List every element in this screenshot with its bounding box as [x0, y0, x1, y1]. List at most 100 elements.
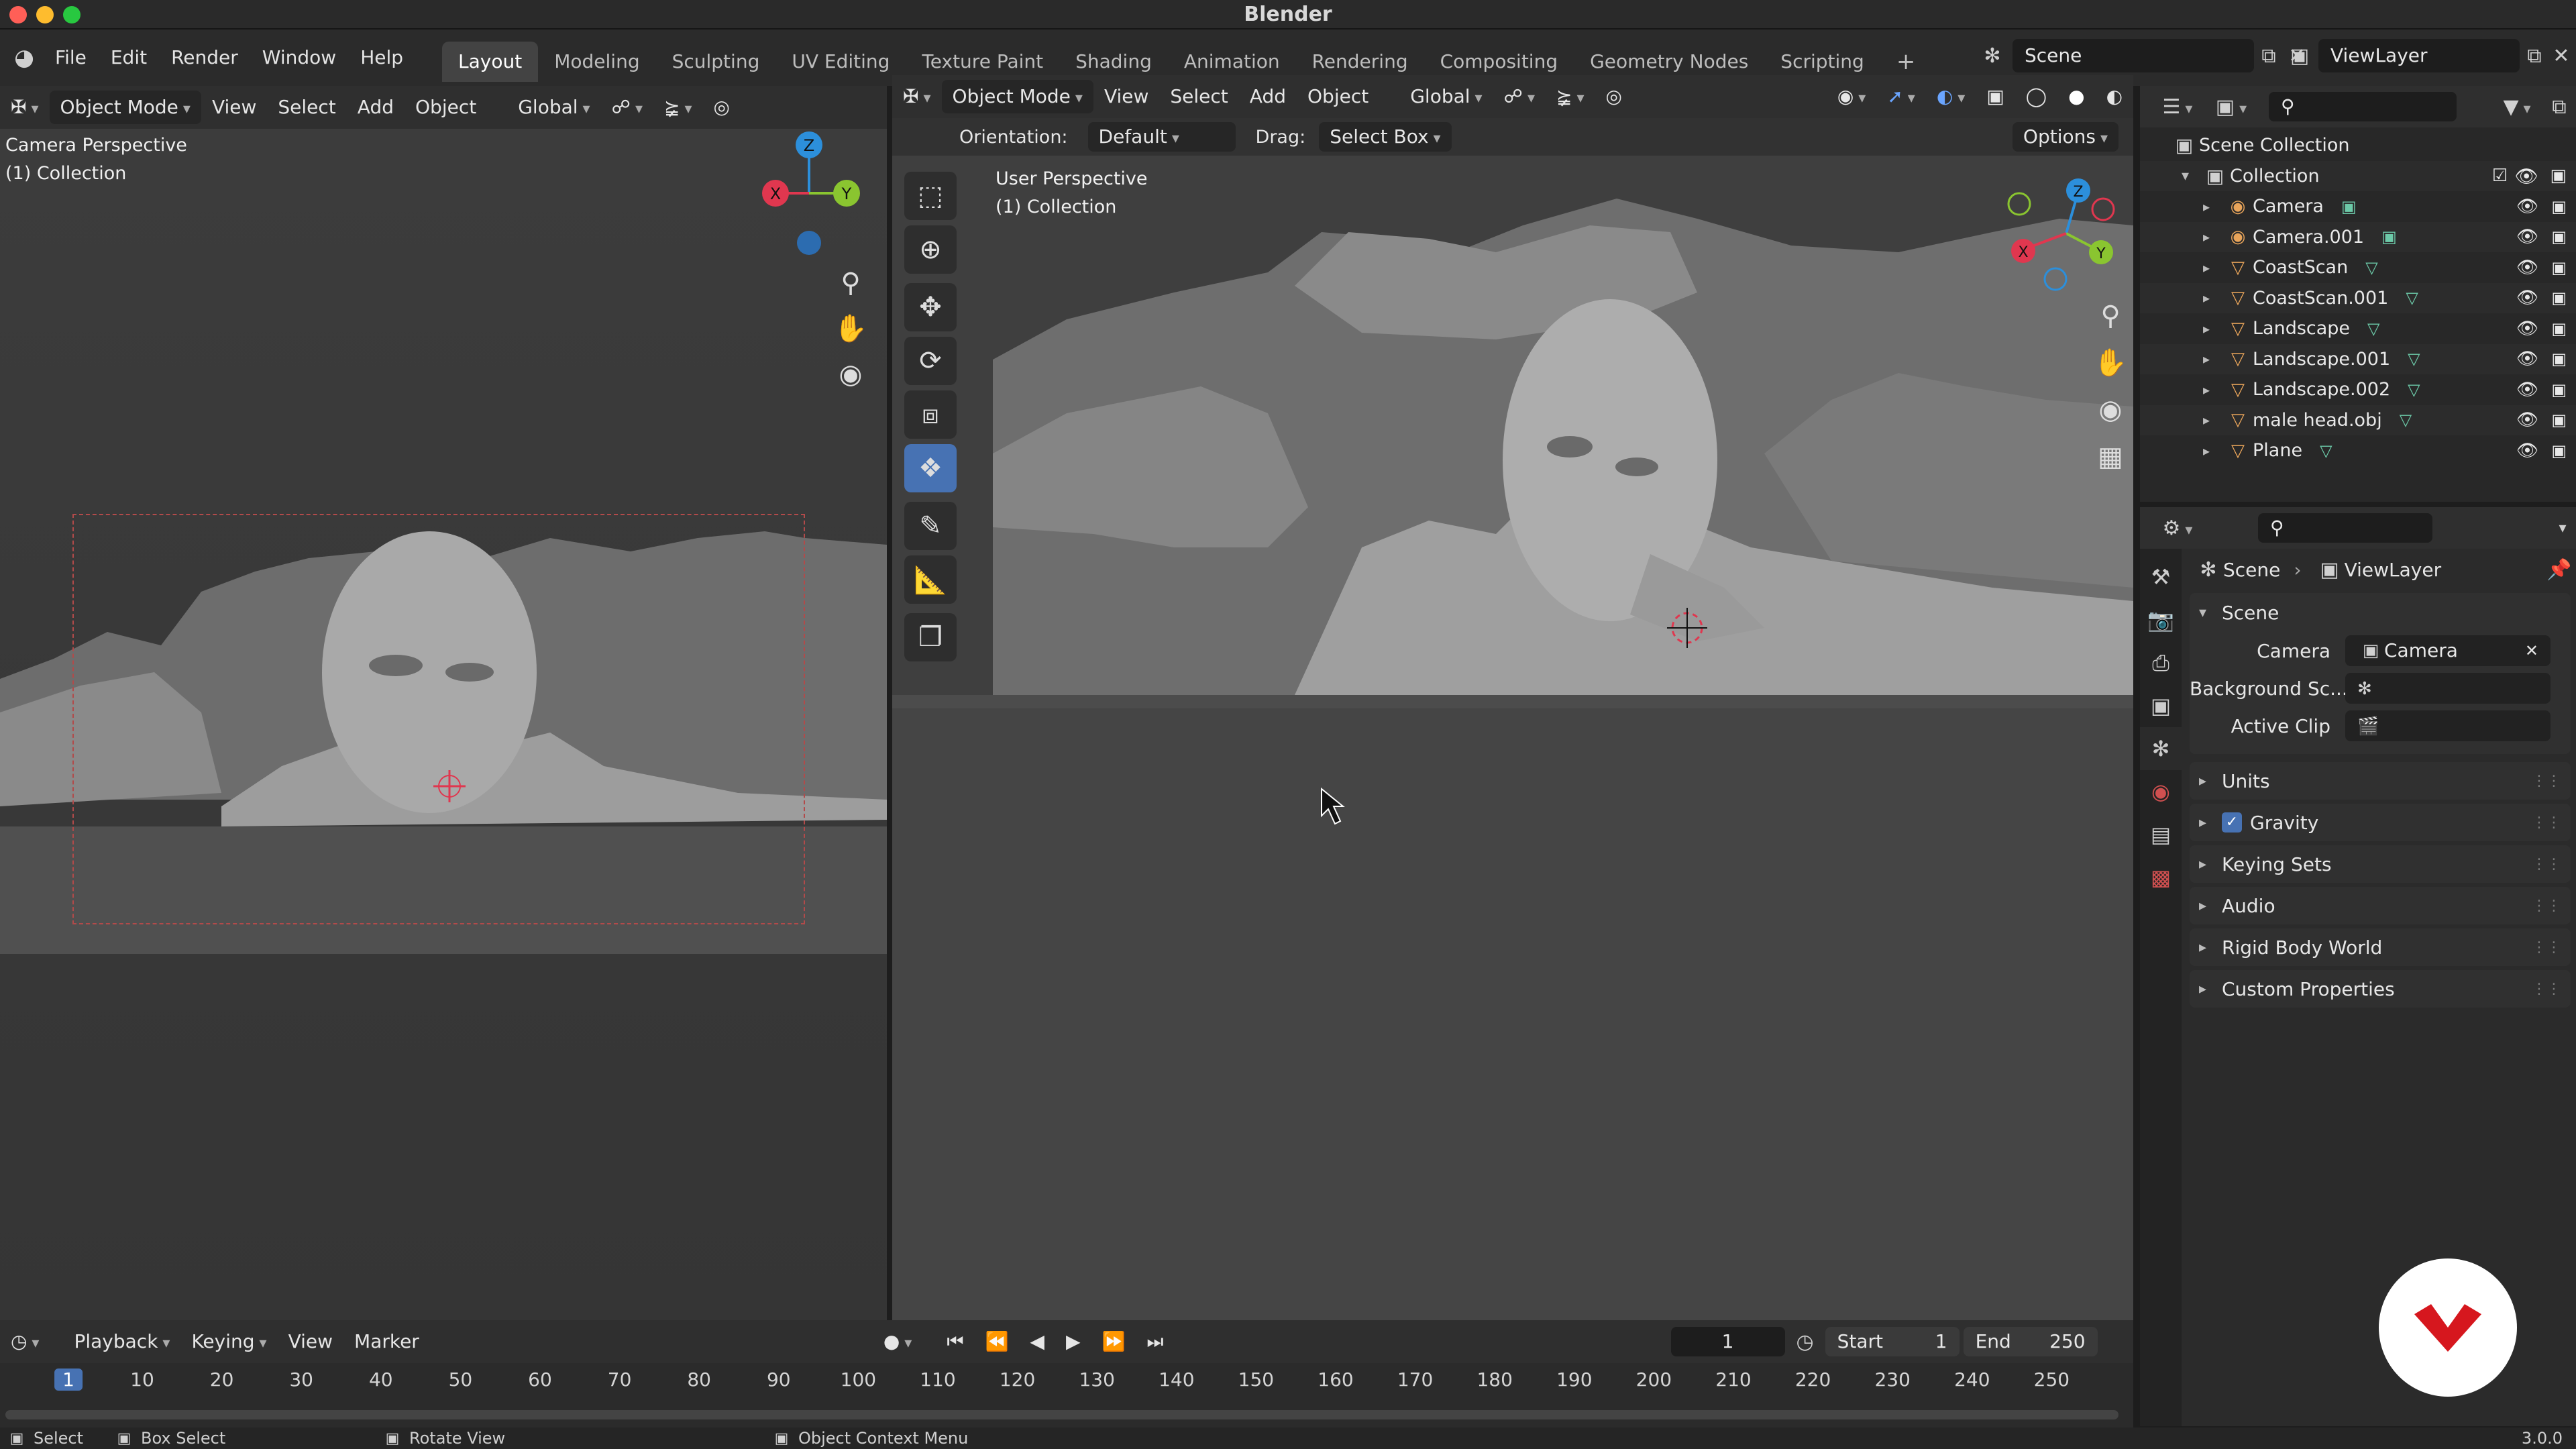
- mesh-data-icon[interactable]: ▽: [2400, 411, 2412, 429]
- left-editor-type-icon[interactable]: ✠: [0, 91, 50, 124]
- outliner-item[interactable]: ▸ ▽ CoastScan ▽ 👁 ▣: [2140, 252, 2576, 283]
- right-menu-object[interactable]: Object: [1297, 80, 1379, 113]
- properties-editor-type-icon[interactable]: ⚙: [2151, 517, 2204, 540]
- panel-drag-handle-icon[interactable]: ⋮⋮: [2532, 773, 2571, 790]
- right-snap-icon[interactable]: ⪶: [1546, 80, 1595, 113]
- outliner-item-expand-icon[interactable]: ▸: [2203, 229, 2223, 245]
- gizmo-toggle-icon[interactable]: ➚: [1876, 80, 1926, 113]
- outliner-item-visibility-icon[interactable]: 👁: [2516, 319, 2538, 339]
- remove-viewlayer-icon[interactable]: ✕: [2549, 44, 2573, 68]
- right-ortho-grid-icon[interactable]: ▦: [2092, 433, 2129, 480]
- outliner-item[interactable]: ▸ ▽ CoastScan.001 ▽ 👁 ▣: [2140, 282, 2576, 313]
- right-gizmo-neg-x-icon[interactable]: [2091, 197, 2115, 221]
- render-tab-icon[interactable]: 📷: [2140, 598, 2182, 641]
- cursor-tool-icon[interactable]: ⊕: [904, 225, 957, 274]
- outliner-item-expand-icon[interactable]: ▸: [2203, 260, 2223, 276]
- collection-visibility-icon[interactable]: 👁: [2514, 165, 2538, 187]
- left-pivot-icon[interactable]: ☍: [601, 91, 653, 124]
- mesh-data-icon[interactable]: ▽: [2365, 258, 2377, 277]
- left-camera-view-icon[interactable]: ◉: [832, 352, 869, 397]
- mesh-data-icon[interactable]: ▽: [2320, 441, 2332, 460]
- active-clip-field[interactable]: 🎬: [2345, 710, 2551, 741]
- outliner-item-render-icon[interactable]: ▣: [2551, 380, 2567, 399]
- collection-expand-icon[interactable]: ▾: [2182, 168, 2200, 184]
- camera-clear-icon[interactable]: ✕: [2525, 635, 2538, 666]
- measure-tool-icon[interactable]: 📐: [904, 555, 957, 604]
- outliner-item-render-icon[interactable]: ▣: [2551, 441, 2567, 460]
- pin-icon[interactable]: 📌: [2542, 558, 2576, 582]
- mesh-data-icon[interactable]: ▽: [2408, 380, 2420, 399]
- texture-tab-icon[interactable]: ▩: [2140, 856, 2182, 899]
- properties-panel[interactable]: ▸ Units ⋮⋮: [2190, 762, 2571, 800]
- outliner-item-expand-icon[interactable]: ▸: [2203, 382, 2223, 398]
- collection-tab-icon[interactable]: ▤: [2140, 813, 2182, 856]
- right-editor-type-icon[interactable]: ✠: [892, 80, 942, 113]
- right-zoom-icon[interactable]: ⚲: [2092, 292, 2129, 339]
- outliner-editor-type-icon[interactable]: ☰: [2151, 95, 2204, 119]
- menu-file[interactable]: File: [43, 30, 99, 86]
- outliner-item-visibility-icon[interactable]: 👁: [2516, 410, 2538, 430]
- right-mode-dropdown[interactable]: Object Mode: [941, 80, 1093, 113]
- outliner-item-expand-icon[interactable]: ▸: [2203, 321, 2223, 337]
- camera-field[interactable]: ▣ Camera ✕: [2345, 635, 2551, 666]
- tab-modeling[interactable]: Modeling: [538, 42, 655, 82]
- mesh-data-icon[interactable]: ▽: [2367, 319, 2379, 338]
- left-snap-icon[interactable]: ⪶: [653, 91, 703, 124]
- properties-search-input[interactable]: ⚲: [2258, 513, 2432, 543]
- right-menu-view[interactable]: View: [1093, 80, 1159, 113]
- mesh-data-icon[interactable]: ▽: [2406, 288, 2418, 307]
- menu-help[interactable]: Help: [348, 30, 415, 86]
- outliner-item-render-icon[interactable]: ▣: [2551, 288, 2567, 307]
- left-viewport[interactable]: Camera Perspective (1) Collection Z Y X …: [0, 129, 887, 1320]
- outliner-item-render-icon[interactable]: ▣: [2551, 227, 2567, 246]
- outliner-item[interactable]: ▸ ▽ male head.obj ▽ 👁 ▣: [2140, 405, 2576, 435]
- outliner-item-visibility-icon[interactable]: 👁: [2516, 349, 2538, 369]
- properties-panel[interactable]: ▸ Audio ⋮⋮: [2190, 887, 2571, 924]
- properties-panel[interactable]: ▸ ✓ Gravity ⋮⋮: [2190, 804, 2571, 841]
- outliner-item[interactable]: ▸ ◉ Camera.001 ▣ 👁 ▣: [2140, 221, 2576, 252]
- properties-panel[interactable]: ▸ Custom Properties ⋮⋮: [2190, 970, 2571, 1008]
- annotate-tool-icon[interactable]: ✎: [904, 502, 957, 550]
- outliner-item[interactable]: ▸ ▽ Plane ▽ 👁 ▣: [2140, 435, 2576, 466]
- collection-exclude-checkbox[interactable]: ☑: [2492, 166, 2508, 186]
- blender-logo-icon[interactable]: ◕: [5, 44, 43, 71]
- outliner-item-expand-icon[interactable]: ▸: [2203, 443, 2223, 459]
- camera-data-icon[interactable]: ▣: [2381, 227, 2397, 246]
- outliner-item-visibility-icon[interactable]: 👁: [2516, 288, 2538, 308]
- timeline-scrollbar[interactable]: [5, 1410, 2118, 1419]
- move-tool-icon[interactable]: ✥: [904, 283, 957, 331]
- outliner-item-visibility-icon[interactable]: 👁: [2516, 441, 2538, 461]
- properties-panel[interactable]: ▸ Rigid Body World ⋮⋮: [2190, 928, 2571, 966]
- new-collection-icon[interactable]: ⧉: [2542, 95, 2576, 119]
- left-menu-select[interactable]: Select: [267, 91, 346, 124]
- panel-drag-handle-icon[interactable]: ⋮⋮: [2532, 981, 2571, 998]
- scene-icon[interactable]: ✻: [1972, 44, 2012, 68]
- outliner-item-expand-icon[interactable]: ▸: [2203, 412, 2223, 428]
- scene-field[interactable]: Scene: [2012, 39, 2254, 72]
- world-tab-icon[interactable]: ◉: [2140, 770, 2182, 813]
- add-cube-tool-icon[interactable]: ❐: [904, 613, 957, 661]
- menu-render[interactable]: Render: [159, 30, 250, 86]
- panel-drag-handle-icon[interactable]: ⋮⋮: [2532, 856, 2571, 873]
- outliner-item-expand-icon[interactable]: ▸: [2203, 290, 2223, 306]
- transform-tool-icon[interactable]: ❖: [904, 444, 957, 492]
- panel-drag-handle-icon[interactable]: ⋮⋮: [2532, 814, 2571, 831]
- select-box-tool-icon[interactable]: ⬚: [904, 172, 957, 220]
- right-proportional-icon[interactable]: ◎: [1595, 80, 1633, 113]
- right-menu-select[interactable]: Select: [1159, 80, 1238, 113]
- background-scene-field[interactable]: ✻: [2345, 673, 2551, 704]
- overlay-toggle-icon[interactable]: ◐: [1926, 80, 1976, 113]
- new-viewlayer-icon[interactable]: ⧉: [2520, 44, 2549, 68]
- outliner-collection[interactable]: ▾ ▣ Collection ☑ 👁 ▣: [2140, 160, 2576, 191]
- outliner-item-visibility-icon[interactable]: 👁: [2516, 197, 2538, 217]
- scene-panel-header[interactable]: ▾ Scene: [2190, 593, 2571, 632]
- material-shading-icon[interactable]: ◐: [2096, 80, 2133, 113]
- right-pivot-icon[interactable]: ☍: [1493, 80, 1546, 113]
- left-menu-object[interactable]: Object: [405, 91, 487, 124]
- tab-sculpting[interactable]: Sculpting: [656, 42, 776, 82]
- tab-uv-editing[interactable]: UV Editing: [775, 42, 906, 82]
- rotate-tool-icon[interactable]: ⟳: [904, 337, 957, 385]
- left-orientation-dropdown[interactable]: Global: [507, 91, 600, 124]
- outliner-item[interactable]: ▸ ▽ Landscape ▽ 👁 ▣: [2140, 313, 2576, 344]
- wireframe-shading-icon[interactable]: ◯: [2015, 80, 2057, 113]
